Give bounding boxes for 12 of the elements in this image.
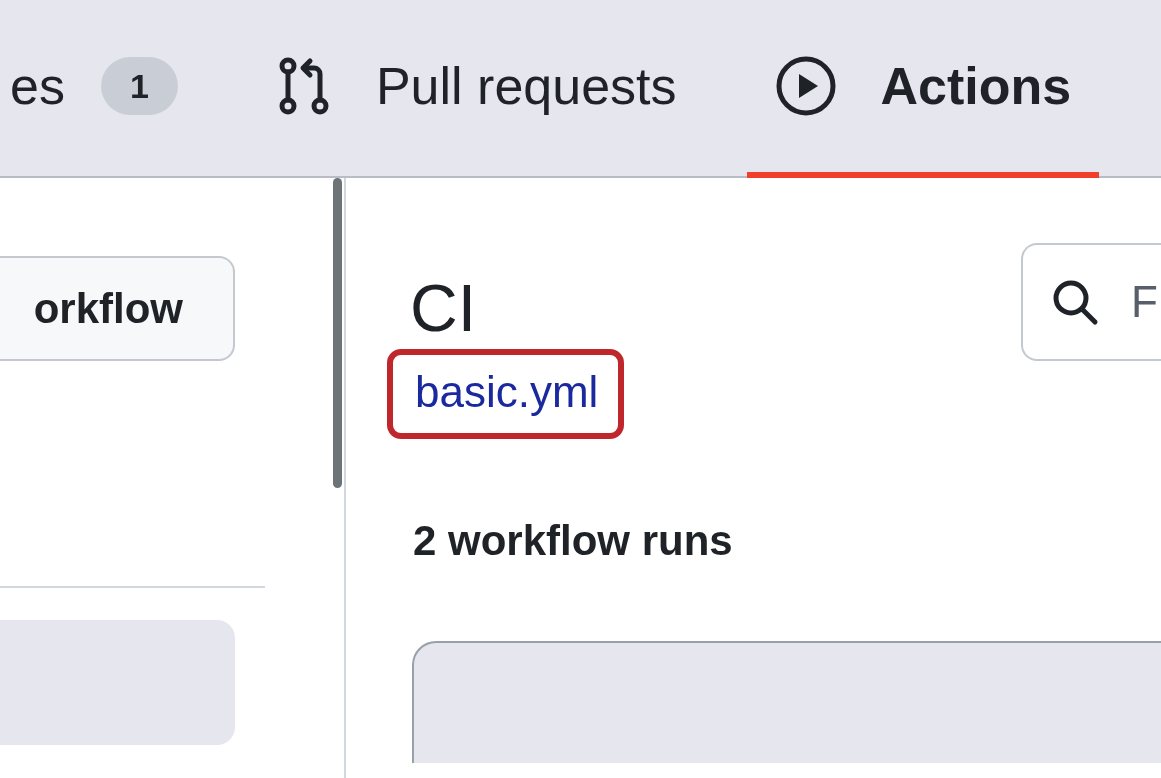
scrollbar-thumb[interactable] — [333, 178, 342, 488]
count-badge: 1 — [100, 57, 178, 115]
tab[interactable]: Pull requests — [247, 0, 705, 178]
search-field[interactable]: F — [1021, 243, 1161, 361]
tab[interactable]: es 1 — [0, 0, 206, 178]
play-circle-icon — [774, 55, 837, 117]
workflow-file-link[interactable]: basic.yml — [415, 367, 599, 416]
workflow-title: CI — [410, 275, 477, 341]
search-icon — [1051, 278, 1099, 326]
new-workflow-button[interactable]: orkflow — [0, 256, 235, 361]
tab[interactable]: Actions — [746, 0, 1100, 178]
runs-count: 2 workflow runs — [413, 517, 734, 565]
